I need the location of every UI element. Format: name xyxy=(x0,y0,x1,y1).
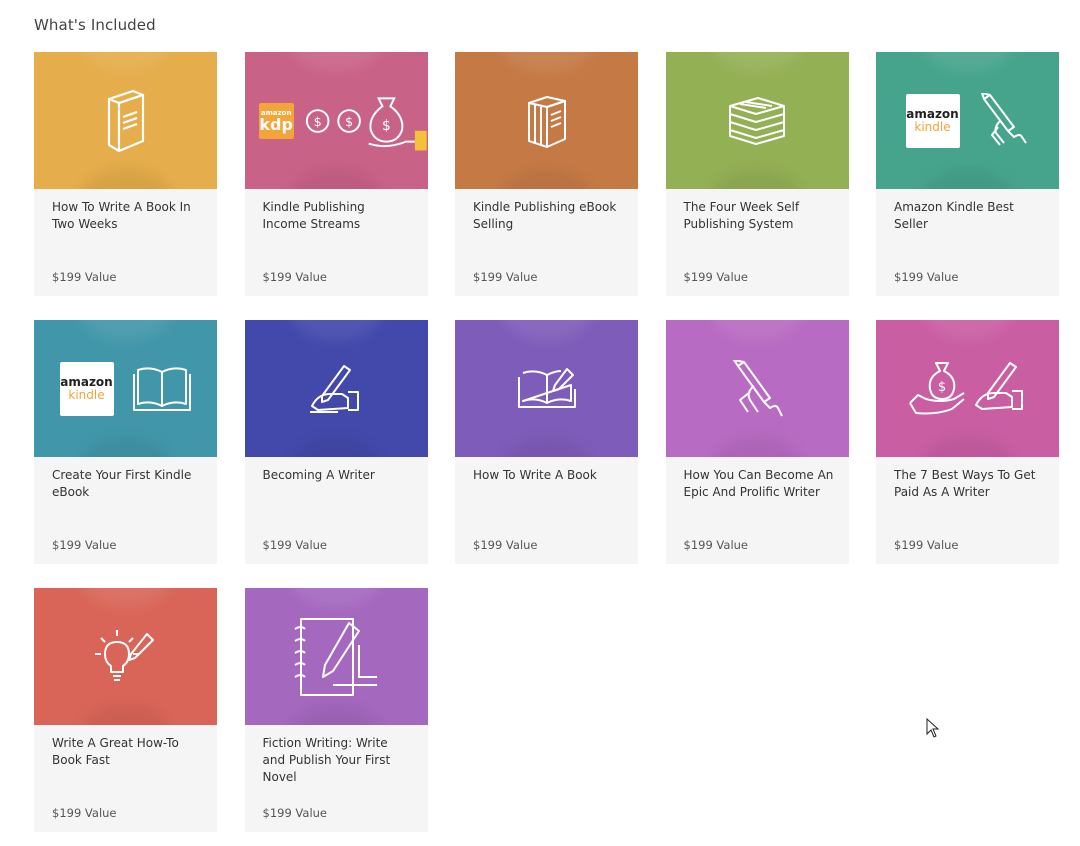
brand-top-text: amazon xyxy=(906,106,959,121)
course-thumbnail xyxy=(244,320,428,457)
course-title: Kindle Publishing Income Streams xyxy=(262,200,365,231)
course-value: $199 Value xyxy=(683,270,749,284)
course-card[interactable]: How To Write A Book $199 Value xyxy=(455,320,638,564)
course-value: $199 Value xyxy=(473,538,538,552)
writing-hand-icon xyxy=(310,364,359,413)
svg-text:$: $ xyxy=(382,117,391,133)
book-icon xyxy=(107,89,144,152)
course-grid: How To Write A Book In Two Weeks $199 Va… xyxy=(34,52,1059,832)
course-value: $199 Value xyxy=(473,270,538,284)
kdp-logo: amazon kdp xyxy=(258,102,294,139)
course-title: How To Write A Book xyxy=(473,468,597,482)
course-thumbnail: amazon kdp $ $ $ xyxy=(244,52,428,189)
book-pile-icon xyxy=(729,96,785,145)
money-hand-writing-icon: $ xyxy=(908,361,1023,414)
course-value: $199 Value xyxy=(894,538,959,552)
course-thumbnail xyxy=(455,320,638,457)
course-card[interactable]: Write A Great How-To Book Fast $199 Valu… xyxy=(34,588,217,832)
course-title: Becoming A Writer xyxy=(262,468,375,482)
course-title: Amazon Kindle Best Seller xyxy=(894,200,1014,231)
course-card[interactable]: How You Can Become An Epic And Prolific … xyxy=(665,320,849,564)
course-title: The Four Week Self Publishing System xyxy=(683,200,800,231)
course-value: $199 Value xyxy=(52,806,117,820)
course-thumbnail xyxy=(34,52,217,189)
brand-top-text: amazon xyxy=(60,374,113,389)
amazon-kindle-logo: amazon kindle xyxy=(905,93,960,148)
course-title: How You Can Become An Epic And Prolific … xyxy=(683,468,834,499)
course-value: $199 Value xyxy=(894,270,959,284)
svg-text:$: $ xyxy=(937,380,945,395)
course-title: How To Write A Book In Two Weeks xyxy=(52,200,191,231)
course-card[interactable]: $ The 7 Best Ways To Get Paid As A Write… xyxy=(876,320,1059,564)
course-title: Create Your First Kindle eBook xyxy=(52,468,192,499)
course-title: Fiction Writing: Write and Publish Your … xyxy=(262,736,391,784)
course-card[interactable]: The Four Week Self Publishing System $19… xyxy=(665,52,849,296)
course-thumbnail xyxy=(665,52,849,189)
notebook-pencil-icon xyxy=(294,617,377,696)
course-thumbnail: amazon kindle xyxy=(876,52,1059,189)
course-value: $199 Value xyxy=(262,806,328,820)
course-thumbnail xyxy=(34,588,217,725)
course-title: Write A Great How-To Book Fast xyxy=(52,736,179,767)
course-title: The 7 Best Ways To Get Paid As A Writer xyxy=(894,468,1036,499)
course-card[interactable]: Becoming A Writer $199 Value xyxy=(244,320,428,564)
svg-text:$: $ xyxy=(345,114,353,129)
course-thumbnail xyxy=(665,320,849,457)
course-thumbnail xyxy=(244,588,428,725)
course-card[interactable]: Fiction Writing: Write and Publish Your … xyxy=(244,588,428,832)
course-value: $199 Value xyxy=(52,270,117,284)
amazon-kindle-logo: amazon kindle xyxy=(59,361,114,416)
course-value: $199 Value xyxy=(683,538,749,552)
kdp-money-bag-icon: $ $ $ xyxy=(305,96,427,150)
course-card[interactable]: Kindle Publishing eBook Selling $199 Val… xyxy=(455,52,638,296)
course-value: $199 Value xyxy=(262,270,328,284)
course-card[interactable]: amazon kindle Amazon Kindle Best Seller … xyxy=(876,52,1059,296)
lightbulb-pencil-icon xyxy=(94,629,154,681)
hand-pen-icon xyxy=(733,359,783,416)
course-thumbnail xyxy=(455,52,638,189)
course-card[interactable]: amazon kdp $ $ $ Kindle Publishing Incom… xyxy=(244,52,428,296)
course-thumbnail: amazon kindle xyxy=(34,320,217,457)
brand-bottom-text: kindle xyxy=(68,387,105,402)
course-value: $199 Value xyxy=(52,538,117,552)
open-book-pen-icon xyxy=(517,367,576,408)
course-value: $199 Value xyxy=(262,538,328,552)
section-title: What's Included xyxy=(34,16,156,34)
books-stack-icon xyxy=(527,95,566,148)
course-thumbnail: $ xyxy=(876,320,1059,457)
brand-bottom-text: kdp xyxy=(259,114,293,134)
course-card[interactable]: amazon kindle Create Your First Kindle e… xyxy=(34,320,217,564)
hand-pen-icon xyxy=(980,92,1027,146)
open-book-icon xyxy=(132,366,191,411)
brand-bottom-text: kindle xyxy=(914,119,951,134)
svg-text:$: $ xyxy=(313,114,321,129)
mouse-cursor-icon xyxy=(926,718,940,738)
course-title: Kindle Publishing eBook Selling xyxy=(473,200,617,231)
course-card[interactable]: How To Write A Book In Two Weeks $199 Va… xyxy=(34,52,217,296)
